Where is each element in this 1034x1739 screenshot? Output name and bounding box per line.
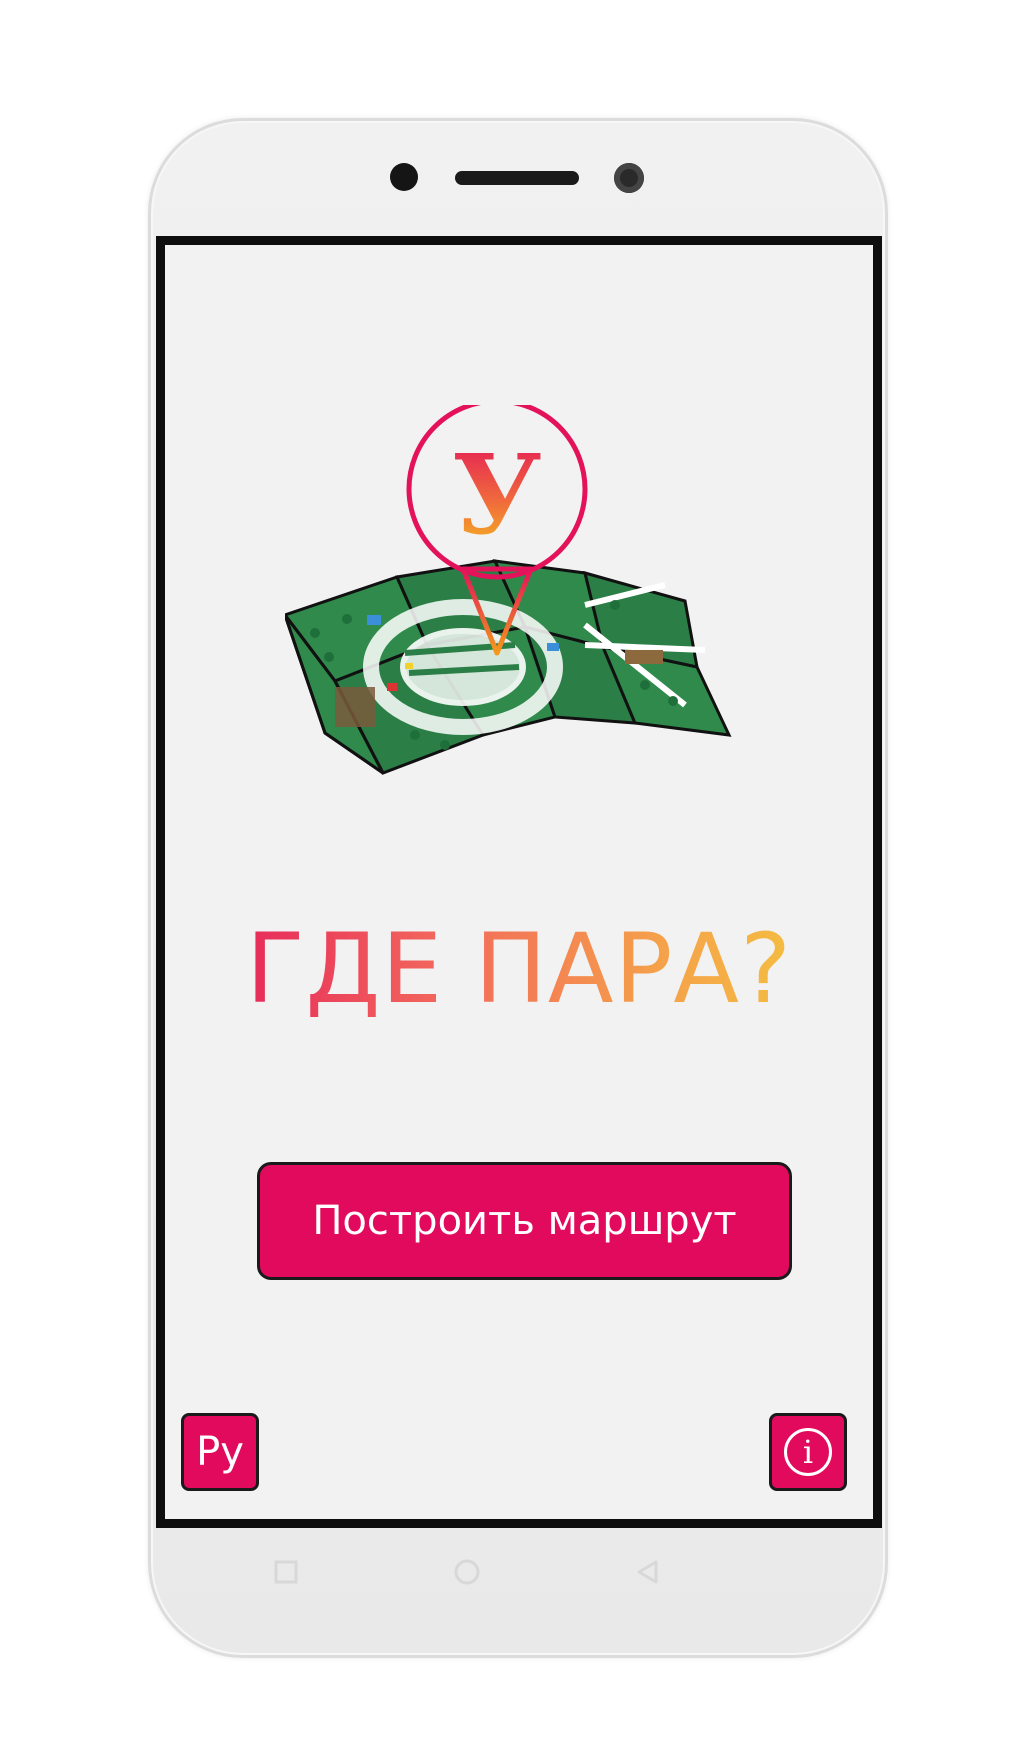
logo-letter: У — [452, 430, 541, 559]
triangle-back-icon — [637, 1560, 658, 1584]
front-sensor — [390, 163, 418, 191]
info-icon: i — [784, 1428, 832, 1476]
language-switch-button[interactable]: Ру — [181, 1413, 259, 1491]
earpiece-speaker — [455, 171, 579, 185]
info-button[interactable]: i — [769, 1413, 847, 1491]
app-screen: У ГДЕ ПАРА? Построить маршрут Ру i — [156, 236, 882, 1528]
recent-apps-button[interactable] — [266, 1552, 306, 1592]
system-navigation-bar — [156, 1540, 882, 1610]
build-route-button[interactable]: Построить маршрут — [257, 1162, 792, 1280]
app-title: ГДЕ ПАРА? — [165, 913, 873, 1025]
front-camera — [614, 163, 644, 193]
app-logo: У — [285, 405, 732, 775]
home-button[interactable] — [447, 1552, 487, 1592]
folded-map-icon — [285, 559, 732, 775]
back-button[interactable] — [628, 1552, 668, 1592]
circle-icon — [454, 1559, 480, 1585]
square-icon — [274, 1560, 298, 1584]
